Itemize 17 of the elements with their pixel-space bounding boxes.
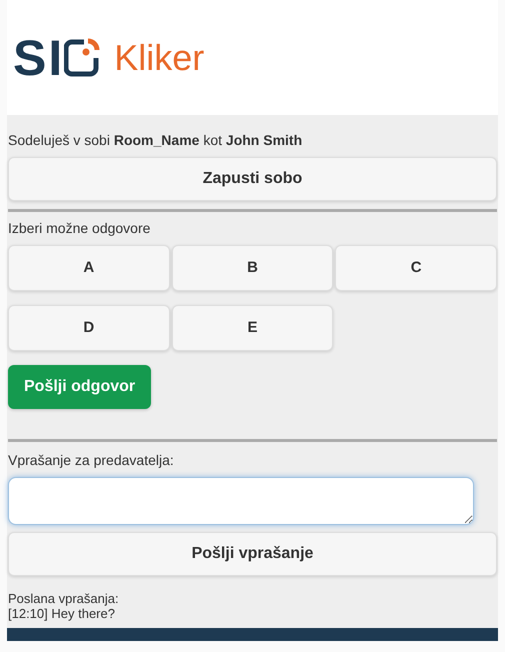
sent-questions-label: Poslana vprašanja: <box>8 591 120 606</box>
send-answer-button[interactable]: Pošlji odgovor <box>8 365 152 409</box>
answers-label: Izberi možne odgovore <box>8 219 152 238</box>
logo-ring-icon <box>64 38 100 78</box>
app-name: Kliker <box>114 40 204 76</box>
room-info: Sodeluješ v sobi Room_Name kot John Smith <box>8 131 304 150</box>
answer-option-button[interactable]: E <box>172 305 334 351</box>
sent-question: [12:10] Hey there? <box>8 606 116 621</box>
send-question-button[interactable]: Pošlji vprašanje <box>8 532 497 576</box>
answer-option-button[interactable]: C <box>335 245 497 291</box>
answer-option-button[interactable]: A <box>8 245 170 291</box>
question-label: Vprašanje za predavatelja: <box>8 451 175 470</box>
logo-text: SI <box>13 32 64 82</box>
answer-option-button[interactable]: D <box>8 305 170 351</box>
question-field[interactable] <box>8 477 474 525</box>
answer-option-button[interactable]: B <box>172 245 334 291</box>
leave-room-button[interactable]: Zapusti sobo <box>8 157 497 201</box>
